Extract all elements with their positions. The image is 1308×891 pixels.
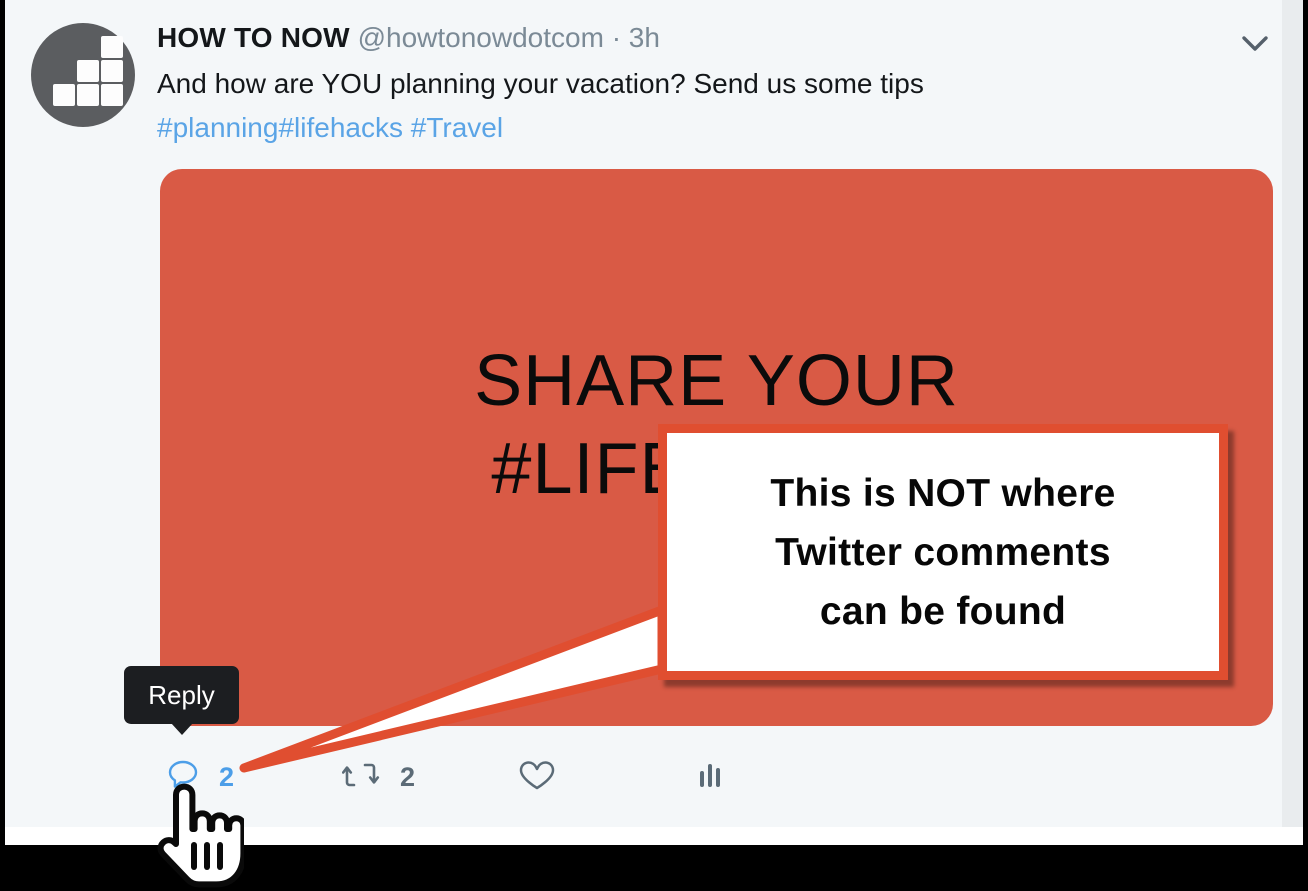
tweet-action-bar: 2 2 xyxy=(157,750,857,804)
tweet-header: HOW TO NOW @howtonowdotcom · 3h xyxy=(157,20,1197,56)
heart-icon xyxy=(515,755,559,800)
text-space xyxy=(403,112,411,143)
analytics-bars-icon xyxy=(692,755,728,800)
display-name[interactable]: HOW TO NOW xyxy=(157,22,350,53)
reply-tooltip: Reply xyxy=(124,666,239,724)
retweet-button[interactable]: 2 xyxy=(341,750,416,804)
retweet-count: 2 xyxy=(400,761,416,792)
like-button[interactable] xyxy=(515,750,575,804)
window-border-right xyxy=(1303,0,1308,845)
annotation-line-1: This is NOT where xyxy=(770,471,1116,515)
window-border-left xyxy=(0,0,5,845)
screenshot-root: HOW TO NOW @howtonowdotcom · 3h And how … xyxy=(0,0,1308,891)
pointing-hand-cursor xyxy=(152,783,247,891)
media-caption-line1: SHARE YOUR xyxy=(474,341,959,421)
reply-tooltip-label: Reply xyxy=(148,679,215,710)
chevron-down-icon[interactable] xyxy=(1234,22,1276,64)
annotation-line-2: Twitter comments xyxy=(775,530,1111,574)
annotation-line-3: can be found xyxy=(819,589,1067,633)
annotation-callout: This is NOT where Twitter comments can b… xyxy=(658,424,1228,680)
avatar-block xyxy=(101,60,123,82)
avatar[interactable] xyxy=(31,23,135,127)
separator-dot: · xyxy=(611,22,622,53)
hashtag-planning[interactable]: #planning xyxy=(157,112,278,143)
avatar-block xyxy=(101,36,123,58)
tweet-text-plain: And how are YOU planning your vacation? … xyxy=(157,68,924,99)
hashtag-lifehacks[interactable]: #lifehacks xyxy=(278,112,403,143)
analytics-button[interactable] xyxy=(692,750,744,804)
avatar-block xyxy=(53,84,75,106)
scrollbar-gutter[interactable] xyxy=(1282,0,1303,845)
hashtag-travel[interactable]: #Travel xyxy=(411,112,503,143)
avatar-block xyxy=(101,84,123,106)
tweet-text: And how are YOU planning your vacation? … xyxy=(157,62,1167,150)
annotation-callout-text: This is NOT where Twitter comments can b… xyxy=(770,464,1115,641)
retweet-icon xyxy=(341,755,384,800)
avatar-block xyxy=(77,84,99,106)
user-handle[interactable]: @howtonowdotcom xyxy=(358,22,604,53)
avatar-block xyxy=(77,60,99,82)
timestamp[interactable]: 3h xyxy=(629,22,660,53)
